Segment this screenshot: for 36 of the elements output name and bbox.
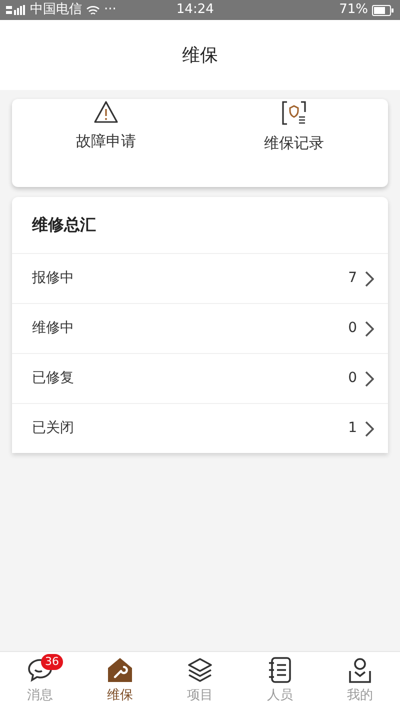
carrier-name: 中国电信	[30, 1, 82, 20]
row-label: 报修中	[32, 269, 74, 288]
tab-button[interactable]: 消息 36	[0, 652, 80, 711]
wifi-icon	[86, 4, 100, 16]
summary-row[interactable]: 报修中 7	[12, 253, 388, 303]
signal-icon	[6, 5, 26, 15]
summary-row[interactable]: 维修中 0	[12, 303, 388, 353]
quick-action-button[interactable]: 维保记录	[200, 99, 388, 187]
user-icon	[348, 657, 372, 684]
chevron-right-icon	[365, 370, 374, 386]
battery-percent: 71%	[339, 1, 368, 20]
row-label: 已关闭	[32, 419, 74, 438]
more-indicator: ···	[104, 1, 116, 20]
row-count: 7	[348, 269, 357, 288]
status-time: 14:24	[176, 1, 214, 20]
unread-badge: 36	[41, 654, 63, 670]
warning-icon	[93, 100, 119, 124]
row-count: 1	[348, 419, 357, 438]
row-count: 0	[348, 369, 357, 388]
chevron-right-icon	[365, 270, 374, 286]
record-icon	[281, 100, 307, 126]
battery-icon	[372, 4, 394, 16]
tab-button[interactable]: 维保	[80, 652, 160, 711]
summary-row[interactable]: 已修复 0	[12, 353, 388, 403]
summary-row[interactable]: 已关闭 1	[12, 403, 388, 453]
house-wrench-icon	[107, 657, 133, 684]
row-label: 维修中	[32, 319, 74, 338]
notebook-icon	[268, 657, 292, 684]
row-count: 0	[348, 319, 357, 338]
chevron-right-icon	[365, 320, 374, 336]
chevron-right-icon	[365, 420, 374, 436]
layers-icon	[187, 657, 213, 684]
row-label: 已修复	[32, 369, 74, 388]
page-title: 维保	[182, 44, 218, 68]
quick-action-button[interactable]: 故障申请	[12, 99, 200, 187]
section-title: 维修总汇	[30, 214, 97, 236]
